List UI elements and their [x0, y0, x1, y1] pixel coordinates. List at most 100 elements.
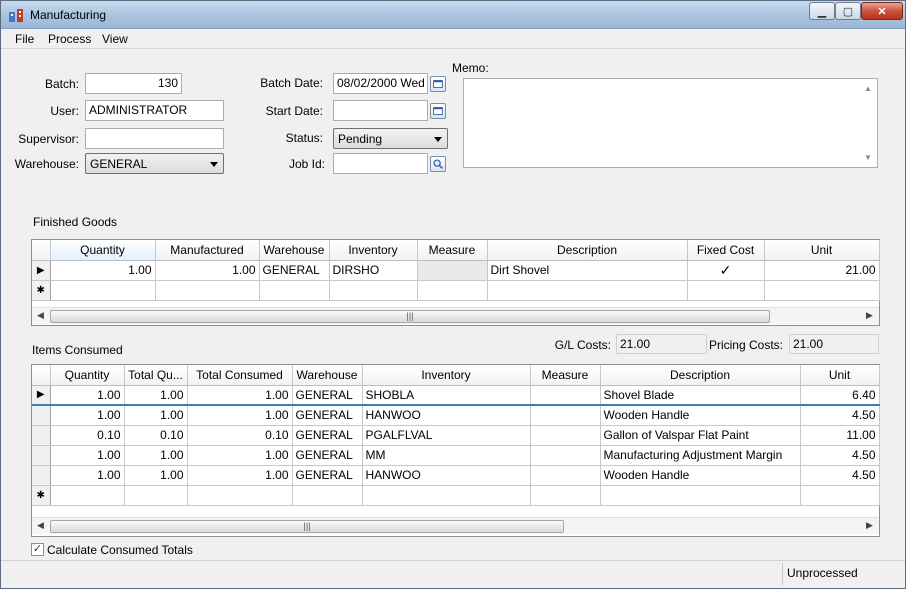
column-header[interactable]: Description — [487, 240, 688, 261]
measure-cell[interactable] — [530, 425, 601, 446]
description-cell[interactable]: Shovel Blade — [600, 385, 801, 406]
quantity-cell[interactable]: 0.10 — [50, 425, 125, 446]
close-button[interactable]: ✕ — [861, 2, 903, 20]
warehouse-cell[interactable]: GENERAL — [292, 405, 363, 426]
inventory-cell[interactable]: SHOBLA — [362, 385, 531, 406]
current-row-indicator[interactable]: ▶ — [32, 260, 51, 281]
column-header[interactable]: Inventory — [329, 240, 418, 261]
warehouse-cell[interactable]: GENERAL — [292, 445, 363, 466]
scroll-right-icon[interactable]: ▶ — [866, 310, 873, 321]
measure-cell[interactable] — [530, 445, 601, 466]
unit-cell[interactable]: 11.00 — [800, 425, 880, 446]
description-cell[interactable]: Dirt Shovel — [487, 260, 688, 281]
quantity-cell[interactable]: 1.00 — [50, 260, 156, 281]
inventory-cell[interactable]: HANWOO — [362, 465, 531, 486]
inventory-cell[interactable]: PGALFLVAL — [362, 425, 531, 446]
inventory-cell[interactable]: HANWOO — [362, 405, 531, 426]
column-header[interactable]: Warehouse — [292, 365, 363, 386]
row-selector[interactable] — [32, 465, 51, 486]
total-consumed-cell[interactable]: 1.00 — [187, 445, 293, 466]
total-qu-cell[interactable]: 1.00 — [124, 445, 188, 466]
total-consumed-cell[interactable]: 1.00 — [187, 385, 293, 406]
total-consumed-cell[interactable]: 1.00 — [187, 405, 293, 426]
table-row[interactable]: ▶ 1.00 1.00 1.00 GENERAL SHOBLA Shovel B… — [32, 385, 880, 406]
scroll-left-icon[interactable]: ◀ — [37, 520, 44, 531]
description-cell[interactable]: Wooden Handle — [600, 465, 801, 486]
scroll-thumb[interactable]: ||| — [50, 520, 564, 533]
table-row[interactable]: 1.00 1.00 1.00 GENERAL HANWOO Wooden Han… — [32, 465, 880, 486]
unit-cell[interactable]: 4.50 — [800, 445, 880, 466]
quantity-cell[interactable]: 1.00 — [50, 405, 125, 426]
calendar-icon[interactable] — [430, 103, 446, 119]
magnifier-icon[interactable] — [430, 156, 446, 172]
scroll-down-icon[interactable]: ▼ — [864, 153, 872, 162]
measure-cell[interactable] — [530, 465, 601, 486]
calendar-icon[interactable] — [430, 76, 446, 92]
scroll-up-icon[interactable]: ▲ — [864, 84, 872, 93]
quantity-cell[interactable]: 1.00 — [50, 445, 125, 466]
table-row[interactable]: 1.00 1.00 1.00 GENERAL MM Manufacturing … — [32, 445, 880, 466]
new-row[interactable]: ✱ — [32, 280, 880, 301]
scroll-left-icon[interactable]: ◀ — [37, 310, 44, 321]
unit-cell[interactable]: 6.40 — [800, 385, 880, 406]
user-field[interactable]: ADMINISTRATOR — [85, 100, 224, 121]
finished-goods-hscroll[interactable]: ◀ ||| ▶ — [32, 307, 879, 324]
description-cell[interactable]: Wooden Handle — [600, 405, 801, 426]
menu-view[interactable]: View — [102, 32, 128, 46]
column-header[interactable]: Measure — [530, 365, 601, 386]
warehouse-cell[interactable]: GENERAL — [259, 260, 330, 281]
total-consumed-cell[interactable]: 0.10 — [187, 425, 293, 446]
calculate-consumed-totals-checkbox[interactable]: ✓ — [31, 543, 44, 556]
quantity-cell[interactable]: 1.00 — [50, 385, 125, 406]
warehouse-cell[interactable]: GENERAL — [292, 425, 363, 446]
table-row[interactable]: ▶ 1.00 1.00 GENERAL DIRSHO Dirt Shovel ✓… — [32, 260, 880, 281]
scroll-right-icon[interactable]: ▶ — [866, 520, 873, 531]
manufactured-cell[interactable]: 1.00 — [155, 260, 260, 281]
minimize-button[interactable]: ▁ — [809, 2, 835, 20]
warehouse-cell[interactable]: GENERAL — [292, 465, 363, 486]
menu-file[interactable]: File — [15, 32, 34, 46]
total-consumed-cell[interactable]: 1.00 — [187, 465, 293, 486]
row-selector[interactable] — [32, 445, 51, 466]
column-header[interactable]: Warehouse — [259, 240, 330, 261]
measure-cell[interactable] — [530, 405, 601, 426]
quantity-cell[interactable]: 1.00 — [50, 465, 125, 486]
start-date-field[interactable] — [333, 100, 428, 121]
row-selector[interactable] — [32, 425, 51, 446]
column-header[interactable]: Quantity — [50, 365, 125, 386]
total-qu-cell[interactable]: 1.00 — [124, 405, 188, 426]
column-header[interactable]: Quantity — [50, 240, 156, 261]
column-header[interactable]: Description — [600, 365, 801, 386]
total-qu-cell[interactable]: 0.10 — [124, 425, 188, 446]
scroll-thumb[interactable]: ||| — [50, 310, 770, 323]
inventory-cell[interactable]: DIRSHO — [329, 260, 418, 281]
column-header[interactable]: Inventory — [362, 365, 531, 386]
job-id-field[interactable] — [333, 153, 428, 174]
maximize-button[interactable]: ▢ — [835, 2, 861, 20]
column-header[interactable]: Unit — [764, 240, 880, 261]
table-row[interactable]: 1.00 1.00 1.00 GENERAL HANWOO Wooden Han… — [32, 405, 880, 426]
warehouse-cell[interactable]: GENERAL — [292, 385, 363, 406]
batch-date-field[interactable]: 08/02/2000 Wed — [333, 73, 428, 94]
column-header[interactable]: Total Consumed — [187, 365, 293, 386]
warehouse-dropdown[interactable]: GENERAL — [85, 153, 224, 174]
measure-cell[interactable] — [530, 385, 601, 406]
row-selector[interactable] — [32, 405, 51, 426]
total-qu-cell[interactable]: 1.00 — [124, 385, 188, 406]
unit-cell[interactable]: 4.50 — [800, 405, 880, 426]
supervisor-field[interactable] — [85, 128, 224, 149]
inventory-cell[interactable]: MM — [362, 445, 531, 466]
measure-cell[interactable] — [417, 260, 488, 281]
unit-cell[interactable]: 21.00 — [764, 260, 880, 281]
description-cell[interactable]: Gallon of Valspar Flat Paint — [600, 425, 801, 446]
new-row[interactable]: ✱ — [32, 485, 880, 506]
table-row[interactable]: 0.10 0.10 0.10 GENERAL PGALFLVAL Gallon … — [32, 425, 880, 446]
memo-textarea[interactable] — [463, 78, 878, 168]
column-header[interactable]: Total Qu... — [124, 365, 188, 386]
description-cell[interactable]: Manufacturing Adjustment Margin — [600, 445, 801, 466]
column-header[interactable]: Fixed Cost — [687, 240, 765, 261]
column-header[interactable]: Unit — [800, 365, 880, 386]
fixed-cost-checkmark-icon[interactable]: ✓ — [687, 260, 765, 281]
status-dropdown[interactable]: Pending — [333, 128, 448, 149]
batch-field[interactable]: 130 — [85, 73, 182, 94]
